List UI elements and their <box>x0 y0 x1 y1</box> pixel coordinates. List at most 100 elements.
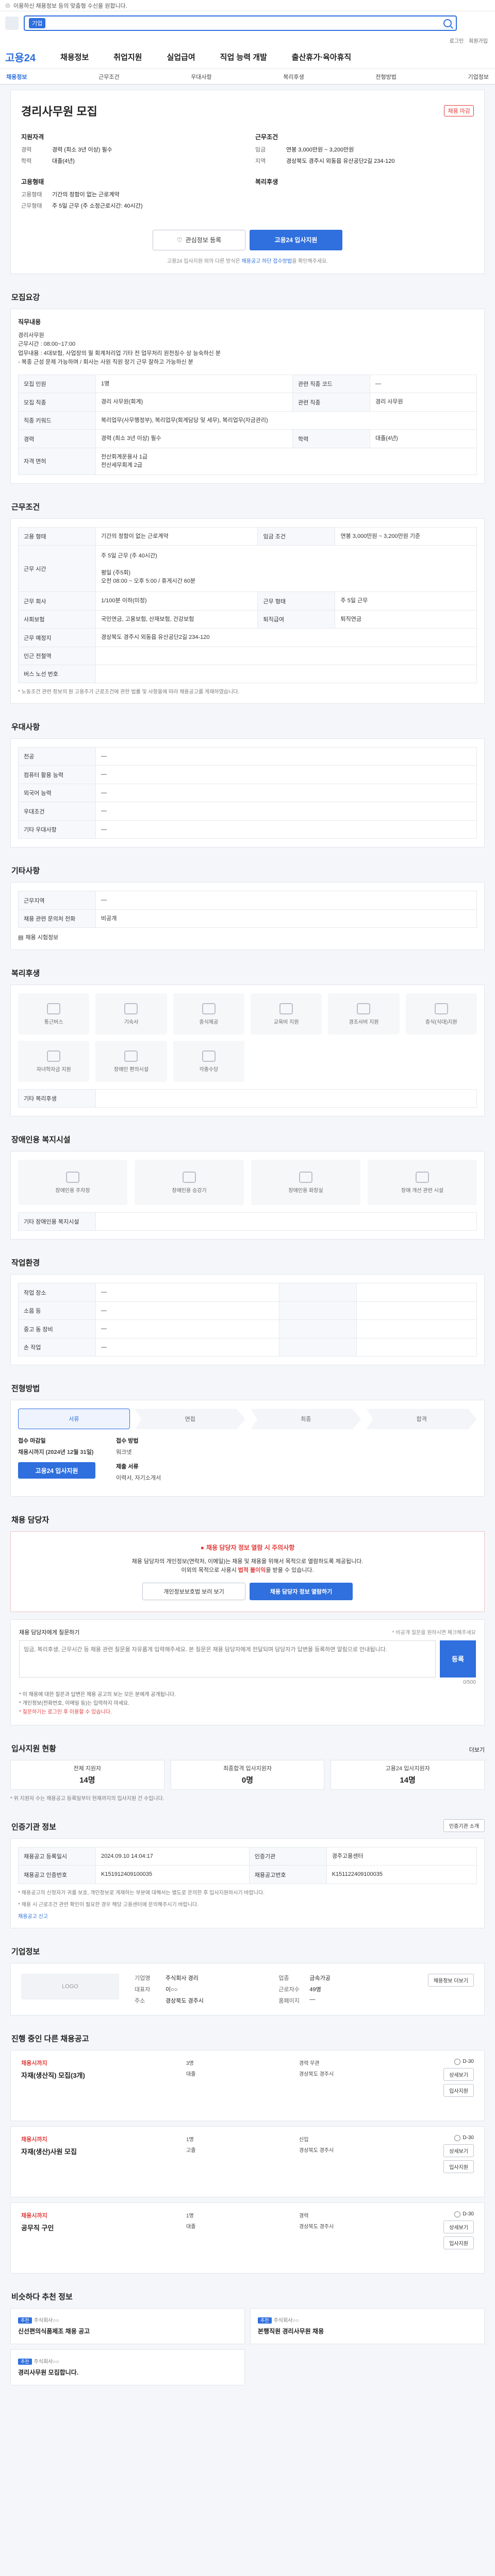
gnb-menu-benefit[interactable]: 실업급여 <box>167 52 195 62</box>
privacy-warning-box: ● 채용 담당자 정보 열람 시 주의사항 채용 담당자의 개인정보(연락처, … <box>10 1531 485 1612</box>
detail-button[interactable]: 상세보기 <box>443 2220 474 2233</box>
detail-button[interactable]: 상세보기 <box>443 2067 474 2081</box>
job-meta: 대졸 <box>186 2071 196 2077</box>
table-cell <box>95 1089 477 1108</box>
workenv-section: 작업 장소 — 소음 등 — 중고 동 장비 — 손 작업 — <box>10 1274 485 1366</box>
search-category-tag[interactable]: 기업 <box>29 18 46 28</box>
authority-intro-button[interactable]: 인증기관 소개 <box>443 1819 485 1832</box>
table-header: 근무지역 <box>18 891 96 910</box>
info-value: 49명 <box>309 1986 321 1993</box>
facility-item: 장애인용 승강기 <box>135 1160 244 1206</box>
welfare-label: 경조사비 지원 <box>349 1019 379 1025</box>
apply-method-link[interactable]: 채용공고 하단 접수방법 <box>242 259 292 264</box>
company-jobs-button[interactable]: 채용정보 더보기 <box>427 1973 474 1987</box>
gnb-menu-support[interactable]: 취업지원 <box>113 52 142 62</box>
tab-selection[interactable]: 전형방법 <box>375 73 396 81</box>
qa-title: 채용 담당자에게 질문하기 <box>19 1629 80 1636</box>
recommend-card[interactable]: 추천 주식회사○○ 신선편의식품제조 채용 공고 <box>10 2308 245 2344</box>
tab-welfare[interactable]: 복리후생 <box>283 73 304 81</box>
tab-recruit[interactable]: 채용정보 <box>6 73 27 81</box>
table-row: 채용 관련 문의처 전화 비공개 <box>18 909 477 928</box>
process-step: 최종 <box>251 1409 361 1430</box>
interest-button[interactable]: ♡ 관심정보 등록 <box>153 229 245 250</box>
stat-card: 최종합격 입사지원자 0명 <box>170 1759 325 1790</box>
exam-info-link[interactable]: ▤ 채용 시험정보 <box>18 933 477 941</box>
table-header <box>278 1319 357 1338</box>
login-link[interactable]: 로그인 <box>450 37 464 44</box>
brand-logo[interactable]: 고용24 <box>5 49 36 64</box>
document-icon: ▤ <box>18 934 24 941</box>
qa-textarea[interactable] <box>19 1640 436 1677</box>
view-contact-button[interactable]: 채용 담당자 정보 열람하기 <box>250 1582 353 1600</box>
tab-conditions[interactable]: 근무조건 <box>98 73 119 81</box>
table-row: 근무지역 — <box>18 891 477 910</box>
logo-icon[interactable] <box>5 16 19 30</box>
report-link[interactable]: 채용공고 신고 <box>18 1912 477 1920</box>
dday-badge: D-30 <box>463 2059 474 2065</box>
stat-value: 0명 <box>241 1776 254 1785</box>
welfare-label: 중식(식대)지원 <box>425 1019 457 1025</box>
table-cell: 복리업무(사무행정부), 복리업무(회계담당 및 세무), 복리업무(자금관리) <box>95 411 477 430</box>
apply-info: 접수 마감일 채용시까지 (2024년 12월 31일) 고용24 입사지원 접… <box>18 1436 477 1488</box>
list-item[interactable]: 채용시까지 자재(생산)사원 모집 1명 신입 고졸 경상북도 경주시 D-30 상세… <box>10 2126 485 2197</box>
qualification-col: 지원자격 경력 경력 (최소 3년 이상) 필수 학력 대졸(4년) 고용형태 고용… <box>21 132 240 214</box>
table-header: 기타 복리후생 <box>18 1089 96 1108</box>
table-row: 모집 직종 경리 사무원(회계) 관련 직종 경리 사무원 <box>18 393 477 412</box>
company-logo: LOGO <box>21 1973 119 1999</box>
table-row: 근무 시간 주 5일 근무 (주 40시간) 평일 (주5회) 오전 08:00 … <box>18 545 477 592</box>
stat-label: 고용24 입사지원자 <box>385 1766 430 1772</box>
table-row: 근무 예정지 경상북도 경주시 외동읍 유산공단2길 234-120 <box>18 628 477 647</box>
workenv-table: 작업 장소 — 소음 등 — 중고 동 장비 — 손 작업 — <box>18 1283 477 1357</box>
search-icon[interactable] <box>443 19 452 27</box>
table-cell: — <box>95 783 477 803</box>
search-input[interactable] <box>48 20 440 27</box>
main-content: 경리사무원 모집 채용 마감 지원자격 경력 경력 (최소 3년 이상) 필수 학… <box>10 90 485 2406</box>
recommend-title-text[interactable]: 본행직원 경리사무원 채용 <box>258 2327 477 2335</box>
table-header: 우대조건 <box>18 802 96 821</box>
apply-small-button[interactable]: 입사지원 <box>443 2236 474 2249</box>
gnb-menu-training[interactable]: 직업 능력 개발 <box>220 52 267 62</box>
apply-button[interactable]: 고용24 입사지원 <box>250 229 342 250</box>
welfare-icon-grid: 통근버스 기숙사 중식제공 교육비 지원 경조사비 지원 중식(식대)지원 자녀… <box>18 993 477 1082</box>
table-cell: K151122409100035 <box>326 1865 477 1884</box>
warning-text: 을 받을 수 있습니다. <box>266 1567 314 1574</box>
gnb-menu-jobs[interactable]: 채용정보 <box>60 52 89 62</box>
detail-button[interactable]: 상세보기 <box>443 2144 474 2157</box>
table-row: 인근 전철역 <box>18 646 477 665</box>
recommend-card[interactable]: 추천 주식회사○○ 본행직원 경리사무원 채용 <box>250 2308 485 2344</box>
other-section: 근무지역 — 채용 관련 문의처 전화 비공개 ▤ 채용 시험정보 <box>10 882 485 951</box>
allowance-icon <box>202 1050 216 1062</box>
apply-small-button[interactable]: 입사지원 <box>443 2160 474 2173</box>
privacy-law-button[interactable]: 개인정보보호법 보러 보기 <box>142 1582 245 1600</box>
recommend-title-text[interactable]: 경리사무원 모집합니다. <box>18 2368 237 2377</box>
welfare-item: 경조사비 지원 <box>328 993 400 1035</box>
job-item-title[interactable]: 자재(생산직) 모집(3개) <box>21 2070 176 2080</box>
list-item[interactable]: 채용시까지 공무직 구인 1명 경력 대졸 경상북도 경주시 D-30 상세보기 입사… <box>10 2202 485 2274</box>
job-item-title[interactable]: 자재(생산)사원 모집 <box>21 2146 176 2156</box>
table-header: 채용공고 등록일시 <box>18 1846 96 1866</box>
page-root: 이용하신 채용정보 등의 맞춤형 수신을 원합니다. 기업 로그인 회원가입 고… <box>0 0 495 2406</box>
apply-button-bottom[interactable]: 고용24 입사지원 <box>18 1462 95 1479</box>
table-header: 모집 직종 <box>18 393 96 412</box>
stat-card: 고용24 입사지원자 14명 <box>331 1759 485 1790</box>
recruit-section-title: 모집요강 <box>11 293 40 302</box>
job-item-title[interactable]: 공무직 구인 <box>21 2223 176 2232</box>
stat-card: 전체 지원자 14명 <box>10 1759 164 1790</box>
table-cell: — <box>95 802 477 821</box>
recommend-card[interactable]: 추천 주식회사○○ 경리사무원 모집합니다. <box>10 2349 245 2385</box>
status-more-link[interactable]: 더보기 <box>469 1745 485 1754</box>
tab-company[interactable]: 기업정보 <box>468 73 488 81</box>
recommend-title-text[interactable]: 신선편의식품제조 채용 공고 <box>18 2327 237 2335</box>
conditions-section-title: 근무조건 <box>11 502 40 512</box>
qa-submit-button[interactable]: 등록 <box>440 1640 476 1677</box>
food-allowance-icon <box>434 1003 448 1014</box>
apply-small-button[interactable]: 입사지원 <box>443 2083 474 2097</box>
list-item[interactable]: 채용시까지 자재(생산직) 모집(3개) 3명 경력 무관 대졸 경상북도 경주시 D… <box>10 2049 485 2121</box>
join-link[interactable]: 회원가입 <box>469 37 488 44</box>
stat-value: 14명 <box>79 1776 95 1785</box>
facility-label: 장애 개선 관련 시설 <box>401 1188 443 1194</box>
gnb-menu-leave[interactable]: 출산휴가·육아휴직 <box>292 52 351 62</box>
table-cell: 주 5일 근무 (주 40시간) 평일 (주5회) 오전 08:00 ~ 오후 … <box>95 545 477 592</box>
warning-title: ● 채용 담당자 정보 열람 시 주의사항 <box>22 1543 473 1553</box>
tab-preference[interactable]: 우대사항 <box>191 73 211 81</box>
